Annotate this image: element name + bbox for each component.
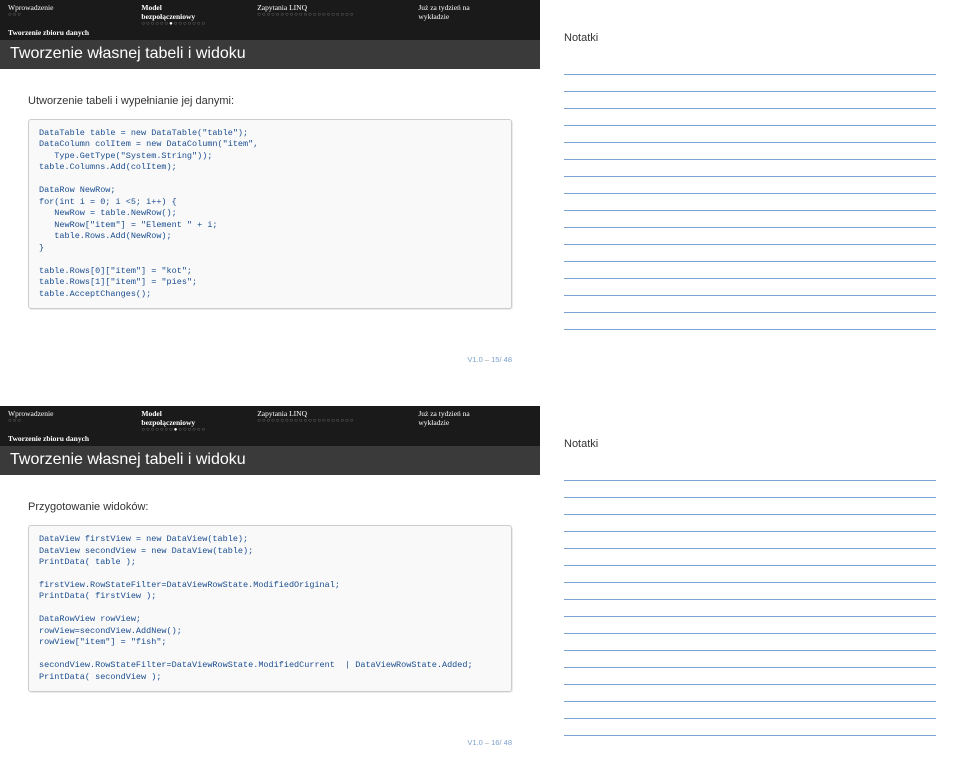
note-line: [564, 583, 936, 600]
content-prompt: Utworzenie tabeli i wypełnianie jej dany…: [28, 95, 512, 107]
nav-item-linq[interactable]: Zapytania LINQ ○○○○○○○○○○○○○○○○○○○○○: [257, 3, 354, 27]
nav-item-next[interactable]: Już za tydzień na wykładzie: [418, 409, 500, 433]
note-line: [564, 58, 936, 75]
note-line: [564, 279, 936, 296]
content-prompt: Przygotowanie widoków:: [28, 501, 512, 513]
note-line: [564, 126, 936, 143]
footer-page: 16/ 48: [491, 738, 512, 747]
notes-column-2: Notatki: [540, 406, 960, 759]
progress-dots: ○○○○○○○●○○○○○○: [141, 427, 215, 433]
note-line: [564, 109, 936, 126]
note-line: [564, 515, 936, 532]
nav-items: Wprowadzenie ○○○ Model bezpołączeniowy ○…: [8, 409, 532, 433]
nav-item-linq[interactable]: Zapytania LINQ ○○○○○○○○○○○○○○○○○○○○○: [257, 409, 354, 433]
nav-label: Wprowadzenie: [8, 3, 53, 12]
slide-gap: [0, 376, 960, 406]
note-line: [564, 92, 936, 109]
note-line: [564, 617, 936, 634]
nav-label: Model bezpołączeniowy: [141, 409, 215, 427]
code-block: DataView firstView = new DataView(table)…: [28, 525, 512, 692]
slide-title: Tworzenie własnej tabeli i widoku: [0, 446, 540, 475]
notes-title: Notatki: [564, 32, 936, 44]
nav-item-intro[interactable]: Wprowadzenie ○○○: [8, 409, 53, 433]
nav-label: Już za tydzień na wykładzie: [418, 3, 500, 21]
nav-bar: Wprowadzenie ○○○ Model bezpołączeniowy ○…: [0, 406, 540, 434]
note-line: [564, 245, 936, 262]
note-line: [564, 143, 936, 160]
slide-footer: V1.0 – 15/ 48: [0, 315, 540, 376]
note-line: [564, 160, 936, 177]
nav-item-model[interactable]: Model bezpołączeniowy ○○○○○○●○○○○○○○: [141, 3, 215, 27]
footer-page: 15/ 48: [491, 355, 512, 364]
note-line: [564, 634, 936, 651]
note-line: [564, 177, 936, 194]
note-line: [564, 313, 936, 330]
progress-dots: ○○○○○○○○○○○○○○○○○○○○○: [257, 418, 354, 424]
note-line: [564, 464, 936, 481]
slide-content: Przygotowanie widoków: DataView firstVie…: [0, 475, 540, 698]
note-line: [564, 566, 936, 583]
slide-row-2: Wprowadzenie ○○○ Model bezpołączeniowy ○…: [0, 406, 960, 759]
footer-version: V1.0: [467, 738, 482, 747]
note-line: [564, 211, 936, 228]
note-line: [564, 651, 936, 668]
notes-column-1: Notatki: [540, 0, 960, 376]
slide-title: Tworzenie własnej tabeli i widoku: [0, 40, 540, 69]
nav-items: Wprowadzenie ○○○ Model bezpołączeniowy ○…: [8, 3, 532, 27]
note-line: [564, 228, 936, 245]
slide-1: Wprowadzenie ○○○ Model bezpołączeniowy ○…: [0, 0, 540, 376]
note-line: [564, 75, 936, 92]
note-line: [564, 685, 936, 702]
note-line: [564, 719, 936, 736]
nav-label: Model bezpołączeniowy: [141, 3, 215, 21]
slide-row-1: Wprowadzenie ○○○ Model bezpołączeniowy ○…: [0, 0, 960, 376]
slide-2: Wprowadzenie ○○○ Model bezpołączeniowy ○…: [0, 406, 540, 759]
subsection-label: Tworzenie zbioru danych: [0, 434, 540, 446]
nav-label: Zapytania LINQ: [257, 3, 354, 12]
code-block: DataTable table = new DataTable("table")…: [28, 119, 512, 309]
note-line: [564, 296, 936, 313]
note-line: [564, 532, 936, 549]
slide-footer: V1.0 – 16/ 48: [0, 698, 540, 759]
note-line: [564, 549, 936, 566]
note-line: [564, 481, 936, 498]
nav-item-model[interactable]: Model bezpołączeniowy ○○○○○○○●○○○○○○: [141, 409, 215, 433]
subsection-label: Tworzenie zbioru danych: [0, 28, 540, 40]
nav-label: Zapytania LINQ: [257, 409, 354, 418]
nav-item-intro[interactable]: Wprowadzenie ○○○: [8, 3, 53, 27]
footer-version: V1.0: [467, 355, 482, 364]
note-line: [564, 668, 936, 685]
progress-dots: ○○○: [8, 418, 53, 424]
nav-label: Wprowadzenie: [8, 409, 53, 418]
progress-dots: ○○○○○○●○○○○○○○: [141, 21, 215, 27]
nav-item-next[interactable]: Już za tydzień na wykładzie: [418, 3, 500, 27]
note-line: [564, 600, 936, 617]
nav-bar: Wprowadzenie ○○○ Model bezpołączeniowy ○…: [0, 0, 540, 28]
progress-dots: ○○○: [8, 12, 53, 18]
note-line: [564, 262, 936, 279]
slide-content: Utworzenie tabeli i wypełnianie jej dany…: [0, 69, 540, 315]
nav-label: Już za tydzień na wykładzie: [418, 409, 500, 427]
notes-title: Notatki: [564, 438, 936, 450]
note-line: [564, 194, 936, 211]
note-line: [564, 498, 936, 515]
note-line: [564, 702, 936, 719]
progress-dots: ○○○○○○○○○○○○○○○○○○○○○: [257, 12, 354, 18]
